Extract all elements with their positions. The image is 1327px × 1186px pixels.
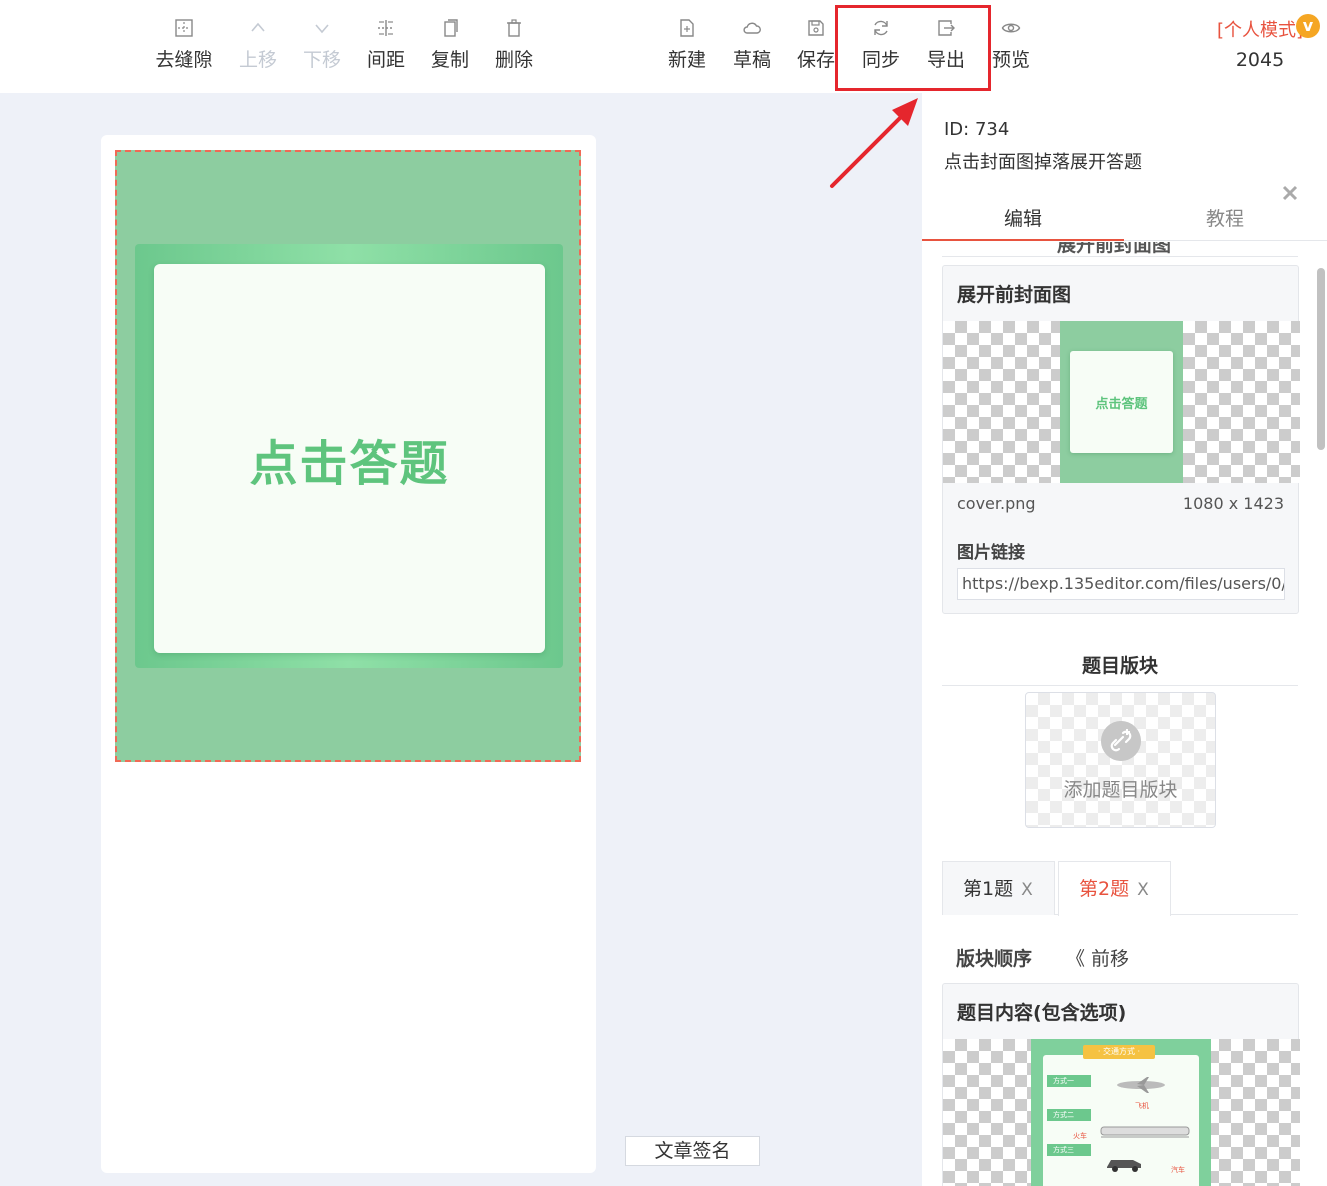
spacing-button[interactable]: 间距: [353, 18, 419, 72]
ghost-section-title: 展开前封面图: [1057, 242, 1172, 256]
new-label: 新建: [667, 49, 706, 71]
move-up-button[interactable]: 上移: [225, 18, 291, 72]
save-label: 保存: [796, 49, 835, 71]
image-link-label: 图片链接: [957, 543, 1025, 563]
export-icon: [936, 18, 956, 38]
new-button[interactable]: 新建: [654, 18, 720, 72]
cover-text: 点击答题: [249, 435, 450, 492]
preview-label: 预览: [991, 49, 1030, 71]
divider: [942, 256, 1298, 257]
move-down-button[interactable]: 下移: [289, 18, 355, 72]
chevron-down-icon: [312, 18, 332, 38]
content-thumb-sub: 汽车: [1171, 1166, 1185, 1174]
top-toolbar: 去缝隙 上移 下移 间距 复制 删除 新建 草稿 保存 同步 导出 预览 [个人…: [0, 0, 1327, 93]
question-content-heading: 题目内容(包含选项): [957, 1002, 1127, 1024]
copy-icon: [440, 18, 460, 38]
content-thumb-title: · 交通方式 ·: [1083, 1045, 1155, 1059]
trash-icon: [504, 18, 524, 38]
question-tabs: 第1题 X 第2题 X: [942, 861, 1298, 916]
cover-thumb-text: 点击答题: [1095, 396, 1148, 412]
cover-card: 点击答题: [154, 264, 545, 653]
content-thumb-row: 方式一: [1047, 1075, 1091, 1087]
grid-dashed-icon: [174, 18, 194, 38]
content-thumb-row: 方式三: [1047, 1144, 1091, 1156]
template-id: ID: 734: [944, 119, 1010, 140]
sync-icon: [871, 18, 891, 38]
active-tab-indicator: [922, 239, 1124, 241]
template-title: 点击封面图掉落展开答题: [944, 152, 1142, 173]
question-tab-2-label: 第2题: [1079, 878, 1130, 900]
cover-settings-card: 展开前封面图 点击答题 cover.png 1080 x 1423 图片链接 h…: [942, 265, 1300, 614]
sync-button[interactable]: 同步: [848, 18, 914, 72]
move-down-label: 下移: [302, 49, 341, 71]
chevron-up-icon: [248, 18, 268, 38]
cover-settings-heading: 展开前封面图: [957, 284, 1072, 306]
content-thumb-sub: 火车: [1073, 1132, 1087, 1140]
spacing-icon: [376, 18, 396, 38]
content-thumb-sub: 飞机: [1135, 1102, 1149, 1110]
train-icon: [1100, 1126, 1190, 1138]
tab-tutorial[interactable]: 教程: [1124, 197, 1326, 241]
eye-icon: [1001, 18, 1021, 38]
spacing-label: 间距: [366, 49, 405, 71]
question-tab-1[interactable]: 第1题 X: [942, 861, 1055, 915]
move-up-label: 上移: [238, 49, 277, 71]
car-icon: [1107, 1160, 1141, 1172]
image-link-input[interactable]: https://bexp.135editor.com/files/users/0…: [957, 568, 1285, 600]
file-name: cover.png: [957, 494, 1036, 513]
close-icon[interactable]: X: [1137, 880, 1149, 900]
block-order-label: 版块顺序: [956, 948, 1033, 970]
file-size: 1080 x 1423: [1182, 494, 1284, 513]
cloud-icon: [742, 18, 762, 38]
question-tab-1-label: 第1题: [963, 878, 1014, 900]
panel-tabs: 编辑 教程: [922, 197, 1327, 241]
cover-thumbnail[interactable]: 点击答题: [1060, 321, 1183, 483]
right-panel: ID: 734 点击封面图掉落展开答题 编辑 教程 展开前封面图 展开前封面图 …: [922, 93, 1327, 1186]
cover-thumb-card: 点击答题: [1070, 351, 1173, 453]
sync-label: 同步: [861, 49, 900, 71]
tab-edit[interactable]: 编辑: [922, 197, 1124, 241]
move-prev-button[interactable]: 《 前移: [1066, 944, 1129, 971]
red-arrow-icon: [830, 98, 918, 188]
add-question-block-label: 添加题目版块: [1063, 779, 1178, 801]
preview-button[interactable]: 预览: [978, 18, 1044, 72]
copy-button[interactable]: 复制: [417, 18, 483, 72]
ghost-header-clip: 展开前封面图: [922, 242, 1327, 260]
delete-label: 删除: [494, 49, 533, 71]
cover-frame: 点击答题: [135, 244, 563, 668]
close-icon[interactable]: X: [1021, 880, 1033, 900]
save-button[interactable]: 保存: [783, 18, 849, 72]
add-link-icon: [1101, 721, 1141, 761]
new-file-icon: [677, 18, 697, 38]
delete-button[interactable]: 删除: [481, 18, 547, 72]
content-thumbnail[interactable]: · 交通方式 · 方式一 方式二 方式三 飞机 火车 汽车: [1031, 1039, 1211, 1186]
question-block-title: 题目版块: [1081, 655, 1158, 677]
export-button[interactable]: 导出: [913, 18, 979, 72]
vip-badge-icon: v: [1296, 14, 1320, 38]
question-content-card: 题目内容(包含选项) · 交通方式 · 方式一 方式二 方式三 飞机 火车 汽车: [942, 983, 1300, 1186]
credit-count: 2045: [1235, 49, 1285, 71]
question-tab-2[interactable]: 第2题 X: [1058, 861, 1171, 916]
remove-gap-label: 去缝隙: [155, 49, 213, 71]
add-question-block-button[interactable]: 添加题目版块: [1025, 692, 1216, 828]
cover-image-selected[interactable]: 点击答题: [115, 150, 581, 762]
article-signature-button[interactable]: 文章签名: [625, 1136, 760, 1166]
remove-gap-button[interactable]: 去缝隙: [151, 18, 217, 72]
save-icon: [806, 18, 826, 38]
content-thumb-row: 方式二: [1047, 1109, 1091, 1121]
divider: [942, 685, 1298, 686]
export-label: 导出: [926, 49, 965, 71]
draft-label: 草稿: [732, 49, 771, 71]
draft-button[interactable]: 草稿: [719, 18, 785, 72]
plane-icon: [1117, 1077, 1165, 1093]
panel-scrollbar[interactable]: [1317, 268, 1325, 450]
copy-label: 复制: [430, 49, 469, 71]
